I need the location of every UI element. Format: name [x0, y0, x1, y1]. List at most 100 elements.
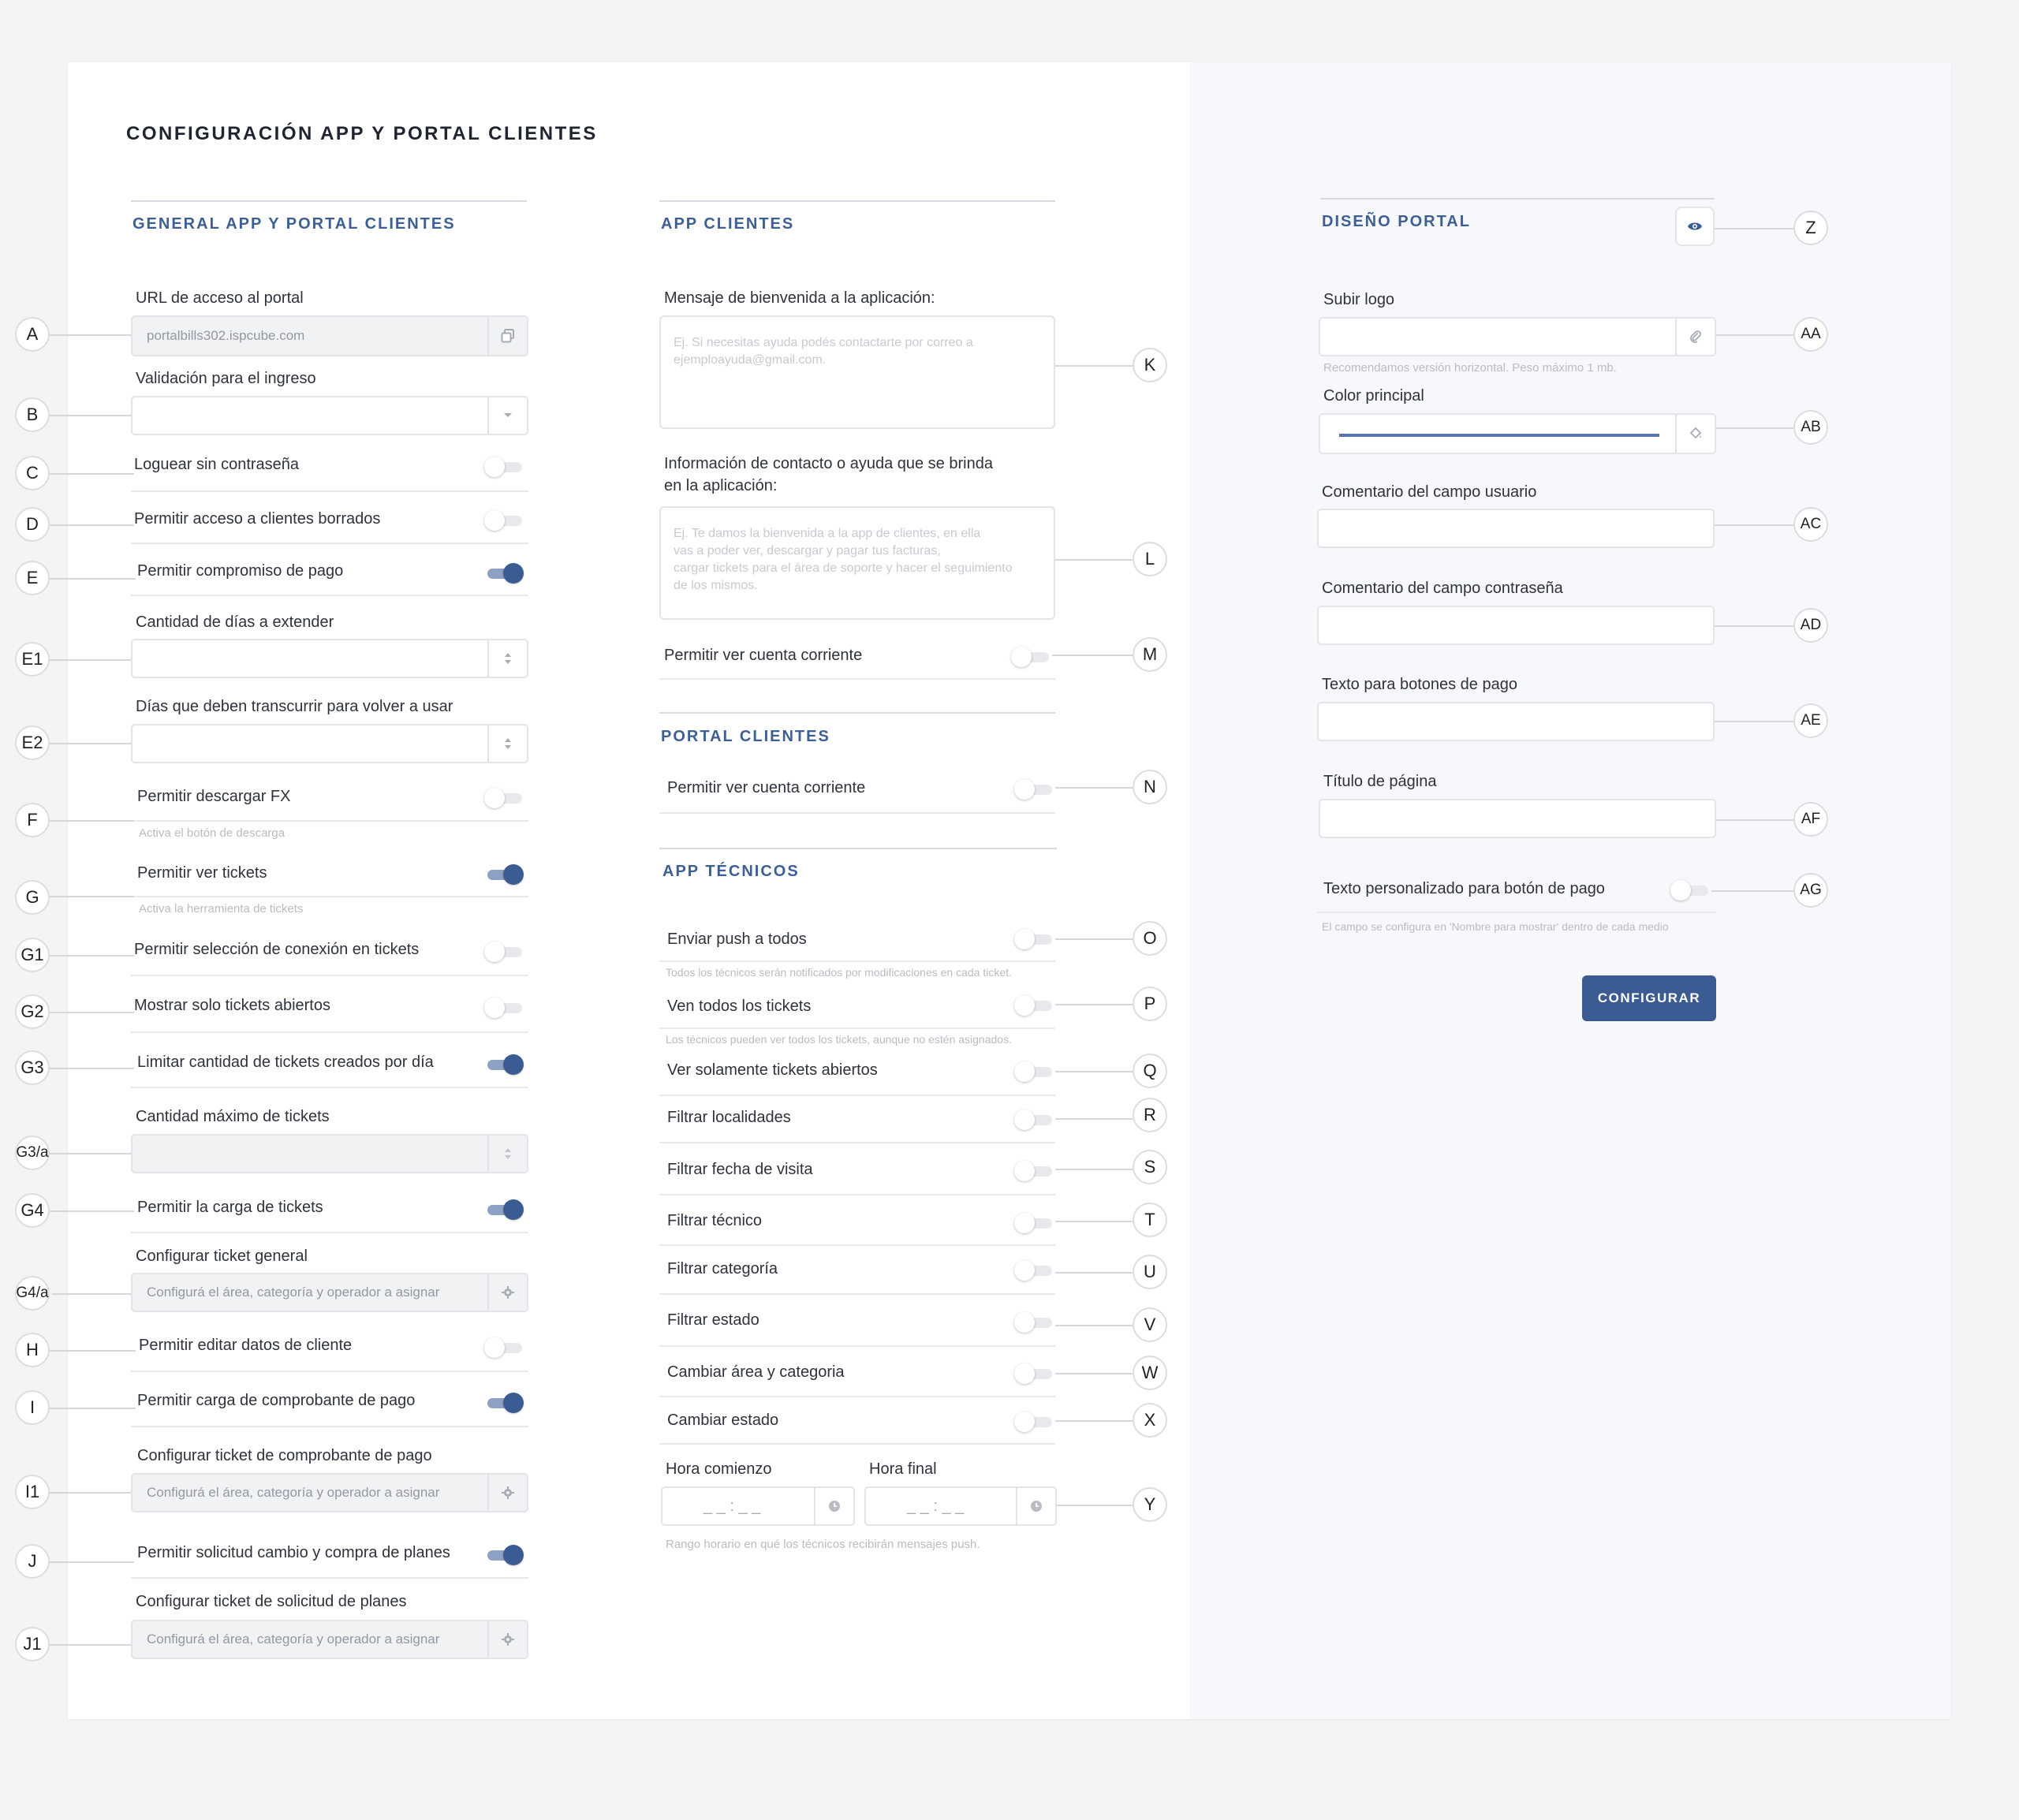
- clock-icon[interactable]: [1016, 1488, 1055, 1524]
- marker-G4a: G4/a: [15, 1276, 50, 1311]
- todos-tickets-toggle[interactable]: [1014, 995, 1054, 1016]
- url-field[interactable]: portalbills302.ispcube.com: [131, 315, 528, 356]
- gear-icon[interactable]: [487, 1621, 527, 1658]
- fecha-visita-label: Filtrar fecha de visita: [667, 1161, 813, 1178]
- cambio-planes-toggle[interactable]: [484, 1545, 524, 1565]
- dias-extender-stepper[interactable]: [131, 639, 528, 678]
- tecnico-toggle[interactable]: [1014, 1213, 1054, 1233]
- cantidad-max-stepper[interactable]: [131, 1134, 528, 1173]
- portal-cuenta-corriente-toggle[interactable]: [1014, 779, 1054, 800]
- clock-icon[interactable]: [814, 1488, 853, 1524]
- lead-line: [49, 1644, 131, 1646]
- fecha-visita-toggle[interactable]: [1014, 1161, 1054, 1181]
- limitar-label: Limitar cantidad de tickets creados por …: [137, 1054, 434, 1071]
- chevron-down-icon[interactable]: [487, 397, 527, 434]
- comprobante-toggle[interactable]: [484, 1393, 524, 1413]
- lead-line: [49, 1210, 134, 1212]
- row-divider: [131, 1232, 528, 1233]
- lead-line: [49, 820, 134, 822]
- lead-line: [49, 1153, 131, 1154]
- row-divider: [659, 1443, 1055, 1445]
- tec-solo-abiertos-toggle[interactable]: [1014, 1061, 1054, 1082]
- hora-final-input[interactable]: _ _ : _ _: [864, 1486, 1057, 1526]
- contacto-label-line1: Información de contacto o ayuda que se b…: [664, 455, 993, 472]
- color-label: Color principal: [1323, 387, 1424, 405]
- seleccion-conexion-toggle[interactable]: [484, 942, 524, 962]
- logo-upload-field[interactable]: [1319, 317, 1716, 356]
- lead-line: [49, 1492, 131, 1494]
- personalizado-toggle[interactable]: [1670, 880, 1710, 901]
- carga-tickets-toggle[interactable]: [484, 1199, 524, 1220]
- cambiar-estado-toggle[interactable]: [1014, 1412, 1054, 1432]
- gear-icon[interactable]: [487, 1274, 527, 1311]
- copy-icon[interactable]: [487, 317, 527, 355]
- localidades-toggle[interactable]: [1014, 1110, 1054, 1130]
- row-divider: [659, 1142, 1055, 1143]
- row-divider: [659, 1027, 1055, 1029]
- preview-eye-button[interactable]: [1675, 207, 1715, 246]
- editar-datos-toggle[interactable]: [484, 1337, 524, 1358]
- limitar-toggle[interactable]: [484, 1054, 524, 1075]
- ver-tickets-toggle[interactable]: [484, 864, 524, 885]
- paint-bucket-icon[interactable]: [1675, 415, 1715, 453]
- solo-abiertos-label: Mostrar solo tickets abiertos: [134, 997, 330, 1014]
- compromiso-label: Permitir compromiso de pago: [137, 562, 344, 580]
- ver-tickets-hint: Activa la herramienta de tickets: [139, 902, 304, 916]
- row-divider: [131, 1371, 528, 1372]
- stepper-arrows-icon[interactable]: [487, 1136, 527, 1172]
- usuario-comment-field[interactable]: [1317, 509, 1715, 548]
- compromiso-toggle[interactable]: [484, 563, 524, 584]
- stepper-arrows-icon[interactable]: [487, 640, 527, 677]
- ticket-planes-field[interactable]: Configurá el área, categoría y operador …: [131, 1620, 528, 1659]
- categoria-toggle[interactable]: [1014, 1260, 1054, 1281]
- lead-line: [1055, 1169, 1133, 1170]
- app-cuenta-corriente-toggle[interactable]: [1011, 647, 1051, 667]
- loguear-toggle[interactable]: [484, 457, 524, 477]
- row-divider: [131, 975, 528, 976]
- marker-R: R: [1133, 1098, 1167, 1132]
- contacto-label-line2: en la aplicación:: [664, 477, 778, 494]
- marker-G3: G3: [15, 1050, 50, 1085]
- solo-abiertos-toggle[interactable]: [484, 998, 524, 1018]
- marker-O: O: [1133, 921, 1167, 956]
- ticket-comprobante-field[interactable]: Configurá el área, categoría y operador …: [131, 1473, 528, 1512]
- bienvenida-textarea[interactable]: Ej. Si necesitas ayuda podés contactarte…: [659, 315, 1055, 429]
- lead-line: [49, 1350, 136, 1352]
- configurar-button[interactable]: CONFIGURAR: [1582, 975, 1716, 1021]
- area-categoria-toggle[interactable]: [1014, 1363, 1054, 1384]
- marker-AE: AE: [1793, 703, 1828, 738]
- ticket-general-label: Configurar ticket general: [136, 1248, 308, 1265]
- contrasena-comment-field[interactable]: [1317, 606, 1715, 645]
- push-toggle[interactable]: [1014, 929, 1054, 949]
- lead-line: [1055, 559, 1133, 561]
- botones-pago-field[interactable]: [1317, 702, 1715, 741]
- stepper-arrows-icon[interactable]: [487, 725, 527, 762]
- paperclip-icon[interactable]: [1675, 319, 1715, 355]
- contrasena-label: Comentario del campo contraseña: [1322, 580, 1563, 597]
- gear-icon[interactable]: [487, 1475, 527, 1511]
- row-divider: [659, 1244, 1055, 1246]
- section-divider: [659, 200, 1055, 202]
- color-swatch: [1339, 434, 1659, 437]
- contacto-textarea[interactable]: Ej. Te damos la bienvenida a la app de c…: [659, 506, 1055, 620]
- row-divider: [131, 896, 528, 897]
- marker-AF: AF: [1793, 802, 1828, 837]
- dias-transcurrir-stepper[interactable]: [131, 724, 528, 763]
- hora-comienzo-input[interactable]: _ _ : _ _: [661, 1486, 855, 1526]
- descargar-toggle[interactable]: [484, 788, 524, 808]
- marker-I1: I1: [15, 1475, 50, 1509]
- section-title-general: GENERAL APP Y PORTAL CLIENTES: [132, 215, 456, 233]
- carga-tickets-label: Permitir la carga de tickets: [137, 1199, 323, 1216]
- validacion-select[interactable]: [131, 396, 528, 435]
- bienvenida-placeholder: Ej. Si necesitas ayuda podés contactarte…: [674, 336, 973, 367]
- borrados-toggle[interactable]: [484, 510, 524, 531]
- estado-toggle[interactable]: [1014, 1312, 1054, 1333]
- marker-V: V: [1133, 1307, 1167, 1342]
- lead-line: [52, 1293, 131, 1295]
- logo-hint: Recomendamos versión horizontal. Peso má…: [1323, 361, 1617, 375]
- ticket-general-field[interactable]: Configurá el área, categoría y operador …: [131, 1273, 528, 1312]
- rango-hint: Rango horario en qué los técnicos recibi…: [666, 1538, 980, 1551]
- url-value: portalbills302.ispcube.com: [147, 328, 305, 343]
- lead-line: [49, 1068, 134, 1069]
- titulo-field[interactable]: [1319, 799, 1716, 838]
